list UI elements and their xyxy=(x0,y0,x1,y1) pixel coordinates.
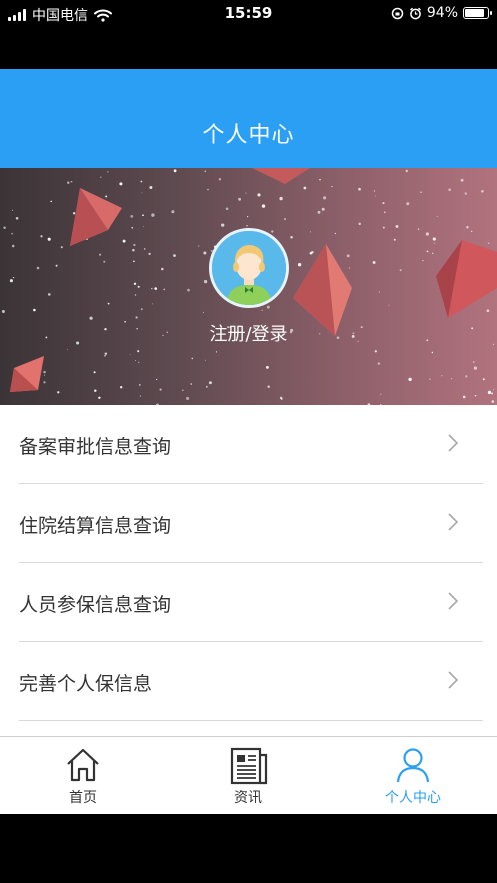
list-item-label: 住院结算信息查询 xyxy=(19,515,172,537)
status-right: 94% xyxy=(391,5,492,21)
list-item-label: 备案审批信息查询 xyxy=(19,436,172,458)
list-item-insurance-enrollment[interactable]: 人员参保信息查询 xyxy=(19,563,483,642)
list-item-filing-approval[interactable]: 备案审批信息查询 xyxy=(19,405,483,484)
list-item-hospital-settlement[interactable]: 住院结算信息查询 xyxy=(19,484,483,563)
chevron-right-icon xyxy=(448,434,459,452)
list-item-label: 完善个人保信息 xyxy=(19,673,153,695)
chevron-right-icon xyxy=(448,592,459,610)
avatar[interactable] xyxy=(209,228,289,308)
tab-label: 个人中心 xyxy=(385,790,441,806)
chevron-right-icon xyxy=(448,513,459,531)
tab-label: 首页 xyxy=(69,790,97,806)
battery-percent: 94% xyxy=(426,5,458,21)
page-header: 个人中心 xyxy=(0,69,497,168)
tab-personal-center[interactable]: 个人中心 xyxy=(363,737,463,814)
tab-label: 资讯 xyxy=(234,790,262,806)
chevron-right-icon xyxy=(448,671,459,689)
person-icon xyxy=(396,748,430,783)
tab-news[interactable]: 资讯 xyxy=(198,737,298,814)
tab-home[interactable]: 首页 xyxy=(33,737,133,814)
alarm-icon xyxy=(409,7,421,19)
menu-list: 备案审批信息查询 住院结算信息查询 人员参保信息查询 完善个人保信息 xyxy=(0,405,497,736)
list-item-complete-personal-info[interactable]: 完善个人保信息 xyxy=(19,642,483,721)
news-icon xyxy=(230,747,268,785)
login-register-link[interactable]: 注册/登录 xyxy=(0,320,497,346)
profile-banner: 注册/登录 xyxy=(0,168,497,405)
home-icon xyxy=(67,748,99,782)
battery-fill xyxy=(465,9,484,17)
battery-icon xyxy=(463,7,492,19)
list-item-label: 人员参保信息查询 xyxy=(19,594,172,616)
user-avatar-icon xyxy=(212,231,286,305)
orientation-lock-icon xyxy=(391,7,404,19)
home-indicator-area xyxy=(0,814,497,883)
status-bar: 中国电信 15:59 94% xyxy=(0,0,497,28)
page-title: 个人中心 xyxy=(202,123,295,148)
bottom-tab-bar: 首页 资讯 个人中心 xyxy=(0,736,497,814)
